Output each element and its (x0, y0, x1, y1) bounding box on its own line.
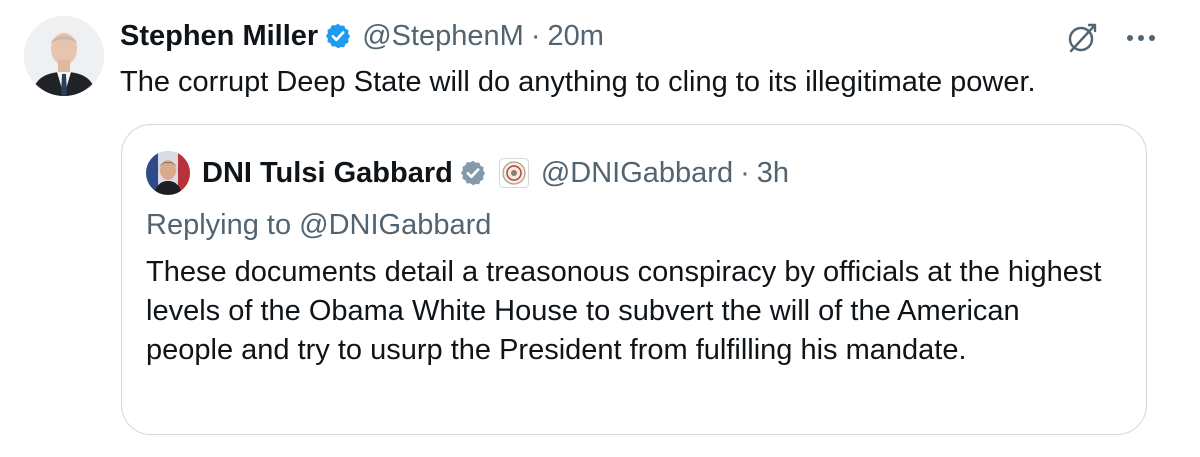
replying-to-label: Replying to (146, 209, 300, 241)
quoted-post-text: These documents detail a treasonous cons… (146, 256, 1102, 366)
post-timestamp[interactable]: 20m (548, 16, 604, 56)
author-avatar[interactable] (24, 16, 104, 96)
verified-badge-icon[interactable] (324, 22, 352, 50)
quoted-post-timestamp[interactable]: 3h (757, 153, 789, 193)
author-name[interactable]: Stephen Miller (120, 16, 318, 56)
post-text: The corrupt Deep State will do anything … (120, 66, 1036, 98)
post-header: Stephen Miller @StephenM · 20m (120, 16, 604, 56)
more-icon[interactable] (1126, 34, 1156, 42)
gray-verified-badge-icon[interactable] (459, 159, 487, 187)
quoted-post-header: DNI Tulsi Gabbard @DNIGabbard · 3h (202, 153, 789, 193)
post[interactable]: Stephen Miller @StephenM · 20m The corru… (0, 0, 1200, 457)
quoted-post-card[interactable]: DNI Tulsi Gabbard @DNIGabbard · 3h Reply… (121, 124, 1147, 435)
quoted-separator-dot: · (740, 157, 750, 189)
quoted-author-handle[interactable]: @DNIGabbard (541, 153, 733, 193)
author-handle[interactable]: @StephenM (362, 16, 524, 56)
quoted-author-avatar[interactable] (146, 151, 190, 195)
quoted-author-name[interactable]: DNI Tulsi Gabbard (202, 153, 453, 193)
replying-to-handle[interactable]: @DNIGabbard (299, 209, 491, 241)
post-corner-actions (1064, 18, 1156, 58)
separator-dot: · (530, 20, 541, 52)
government-seal-icon[interactable] (498, 158, 529, 188)
replying-to-line: Replying to @DNIGabbard (146, 205, 491, 245)
grok-icon[interactable] (1064, 20, 1100, 56)
